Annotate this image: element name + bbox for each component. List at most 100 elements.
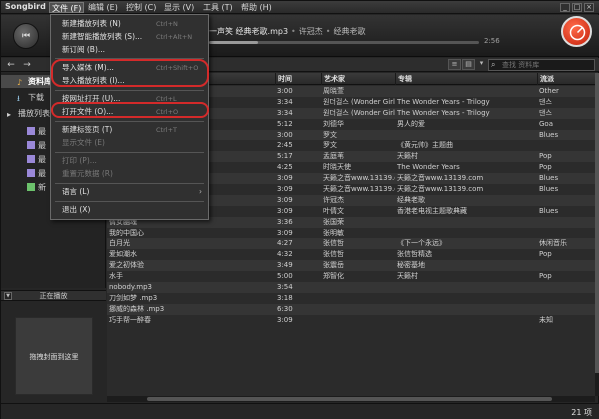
- view-menu-chevron-icon[interactable]: ▾: [475, 59, 488, 70]
- skip-back-icon: ⏮: [21, 31, 31, 41]
- table-row[interactable]: 水手 5:00 郑智化 天籁村 Pop: [107, 271, 595, 283]
- cell-title: nobody.mp3: [109, 283, 152, 292]
- cell-genre: Blues: [539, 185, 559, 194]
- cell-time: 3:49: [277, 261, 293, 270]
- column-header-album[interactable]: 专辑: [395, 73, 537, 85]
- column-header-artist[interactable]: 艺术家: [321, 73, 395, 85]
- sidebar-item-label: 最: [38, 169, 46, 178]
- table-row[interactable]: 我的中国心 3:09 张明敏: [107, 227, 595, 239]
- scrollbar-thumb[interactable]: [147, 397, 552, 401]
- search-icon: ⌕: [491, 60, 496, 69]
- vertical-scrollbar[interactable]: [595, 73, 599, 396]
- forward-arrow-icon[interactable]: →: [20, 60, 34, 70]
- maximize-button[interactable]: □: [572, 3, 582, 12]
- cell-title: 白月光: [109, 239, 130, 248]
- menu-file[interactable]: 文件 (F): [49, 2, 85, 13]
- menu-item-new-playlist[interactable]: 新建播放列表 (N) Ctrl+N: [51, 18, 208, 30]
- menu-edit[interactable]: 编辑 (E): [86, 2, 120, 13]
- cell-genre: 댄스: [539, 108, 552, 117]
- cell-artist: 张明敏: [323, 228, 344, 237]
- cell-artist: 叶倩文: [323, 206, 344, 215]
- menubar: Songbird 文件 (F) 编辑 (E) 控制 (C) 显示 (V) 工具 …: [1, 1, 599, 14]
- cell-time: 3:00: [277, 87, 293, 95]
- cell-title: 爱如潮水: [109, 250, 137, 259]
- track-artist: 许冠杰: [298, 27, 323, 36]
- sidebar-item-label: 最: [38, 155, 46, 164]
- artwork-drop-text: 拖拽封面到这里: [29, 353, 79, 361]
- menu-item-show-file: 显示文件 (E): [51, 137, 208, 149]
- cell-genre: Pop: [539, 152, 552, 161]
- column-header-genre[interactable]: 流派: [537, 73, 595, 85]
- menu-item-accel: Ctrl+Alt+N: [156, 33, 193, 41]
- cell-genre: Pop: [539, 272, 552, 281]
- horizontal-scrollbar[interactable]: [107, 396, 595, 402]
- music-note-icon: ♪: [17, 78, 23, 87]
- close-button[interactable]: ×: [584, 3, 594, 12]
- cell-genre: 댄스: [539, 97, 552, 106]
- menu-separator: [55, 201, 204, 202]
- menu-separator: [55, 183, 204, 184]
- menu-separator: [55, 152, 204, 153]
- menu-help[interactable]: 帮助 (H): [239, 2, 274, 13]
- menu-item-new-subscription[interactable]: 新订阅 (B)...: [51, 44, 208, 56]
- cell-artist: 张国荣: [323, 217, 344, 226]
- cell-time: 4:32: [277, 250, 293, 259]
- seek-bar-fill: [209, 41, 258, 44]
- cell-time: 2:45: [277, 141, 293, 150]
- cell-time: 3:00: [277, 130, 293, 139]
- menu-control[interactable]: 控制 (C): [124, 2, 158, 13]
- cell-genre: Pop: [539, 163, 552, 172]
- cell-time: 3:09: [277, 185, 293, 194]
- cell-artist: 郑智化: [323, 272, 344, 281]
- menu-item-new-tab[interactable]: 新建标签页 (T) Ctrl+T: [51, 124, 208, 136]
- cell-title: 我的中国心: [109, 228, 144, 237]
- table-row[interactable]: 爱之初体验 3:49 张震岳 秘密基地: [107, 260, 595, 272]
- cell-time: 3:09: [277, 315, 293, 324]
- playlist-doc-icon: [27, 169, 35, 177]
- search-input[interactable]: ⌕ 查找 资料库: [488, 59, 595, 71]
- menu-tools[interactable]: 工具 (T): [201, 2, 235, 13]
- time-readout: 2:56: [484, 37, 500, 45]
- cell-genre: Other: [539, 87, 559, 95]
- menu-item-accel: Ctrl+N: [156, 20, 178, 28]
- track-title: 一声笑 经典老歌.mp3: [209, 27, 289, 36]
- column-header-time[interactable]: 时间: [275, 73, 321, 85]
- sidebar-item-label: 最: [38, 141, 46, 150]
- artwork-drop-zone[interactable]: 拖拽封面到这里: [15, 317, 93, 395]
- cell-album: 经典老歌: [397, 195, 425, 204]
- cell-album: The Wonder Years - Trilogy: [397, 108, 490, 117]
- seek-bar[interactable]: [209, 41, 479, 44]
- table-row[interactable]: 爱如潮水 4:32 张信哲 张信哲精选 Pop: [107, 249, 595, 261]
- cell-album: 《黄元帅》主题曲: [397, 141, 453, 150]
- scrollbar-thumb[interactable]: [595, 73, 599, 373]
- cell-album: 天籁村: [397, 272, 418, 281]
- cell-genre: Blues: [539, 174, 559, 183]
- collapse-toggle-icon[interactable]: ▼: [4, 292, 12, 300]
- menu-item-language[interactable]: 语言 (L) ›: [51, 186, 208, 198]
- cell-time: 5:00: [277, 272, 293, 281]
- table-row[interactable]: 刀剑如梦 .mp3 3:18: [107, 292, 595, 304]
- cell-time: 3:09: [277, 195, 293, 204]
- menu-view[interactable]: 显示 (V): [162, 2, 196, 13]
- table-row[interactable]: 巧手帮一醉春 3:09 未知: [107, 314, 595, 326]
- menu-item-new-smart-playlist[interactable]: 新建智能播放列表 (S)... Ctrl+Alt+N: [51, 31, 208, 43]
- cell-time: 4:25: [277, 163, 293, 172]
- minimize-button[interactable]: _: [560, 3, 570, 12]
- table-row[interactable]: 挪威的森林 .mp3 6:30: [107, 303, 595, 315]
- menu-item-print: 打印 (P)...: [51, 155, 208, 167]
- filter-view-button[interactable]: ▤: [462, 59, 475, 70]
- search-placeholder: 查找 资料库: [502, 61, 540, 69]
- menu-item-exit[interactable]: 退出 (X): [51, 204, 208, 216]
- table-row[interactable]: nobody.mp3 3:54: [107, 282, 595, 293]
- previous-track-button[interactable]: ⏮: [13, 23, 39, 49]
- table-row[interactable]: 白月光 4:27 张信哲 《下一个永远》 休闲音乐: [107, 238, 595, 250]
- back-arrow-icon[interactable]: ←: [4, 60, 18, 70]
- app-title: Songbird: [5, 2, 46, 11]
- cell-time: 3:54: [277, 283, 293, 292]
- submenu-chevron-icon: ›: [199, 187, 202, 196]
- cell-time: 3:09: [277, 206, 293, 215]
- list-view-button[interactable]: ≡: [448, 59, 461, 70]
- menu-item-label: 新订阅 (B)...: [62, 45, 106, 54]
- cell-genre: Pop: [539, 250, 552, 259]
- cell-title: 巧手帮一醉春: [109, 315, 151, 324]
